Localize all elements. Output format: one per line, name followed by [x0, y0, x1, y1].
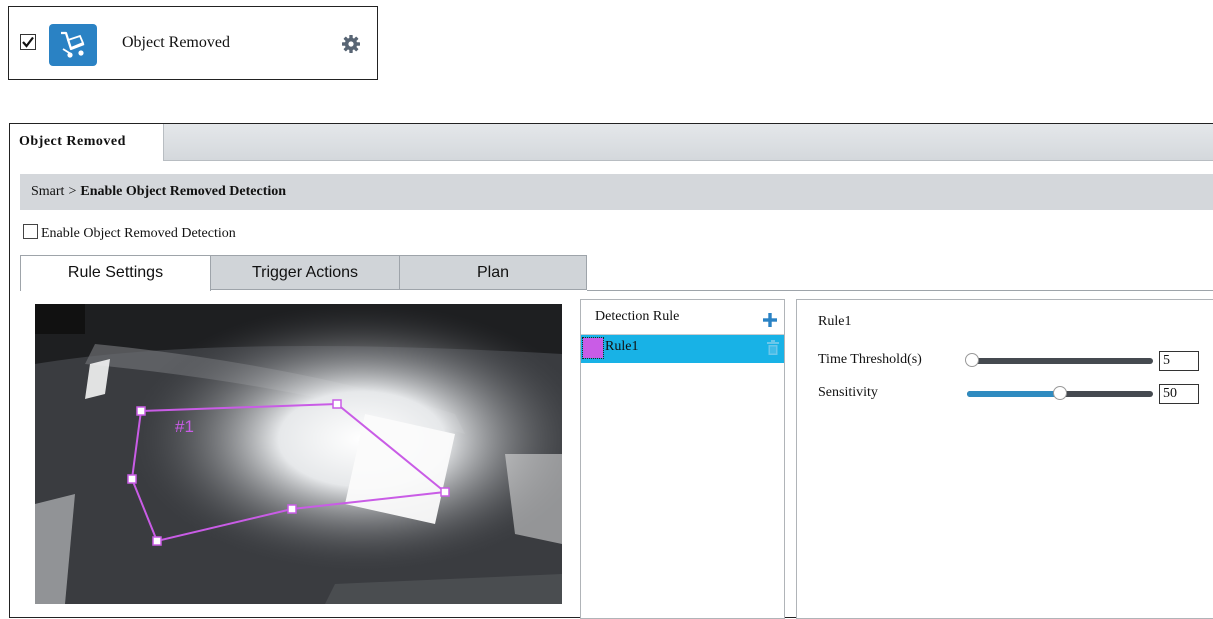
- gear-icon[interactable]: [341, 34, 361, 59]
- tab-baseline: [587, 290, 1213, 291]
- time-threshold-label: Time Threshold(s): [818, 352, 922, 367]
- detection-rule-header: Detection Rule: [581, 300, 784, 335]
- enable-detection-row: Enable Object Removed Detection: [23, 224, 236, 242]
- rule-settings-panel: Rule1 Time Threshold(s) 5 Sensitivity 50: [796, 299, 1213, 619]
- object-removed-panel: Object Removed Smart > Enable Object Remov…: [9, 123, 1213, 619]
- sensitivity-input[interactable]: 50: [1159, 384, 1199, 404]
- detection-rule-title: Detection Rule: [595, 309, 680, 324]
- rule-list-item-label: Rule1: [605, 339, 639, 354]
- tab-plan[interactable]: Plan: [399, 255, 587, 290]
- panel-tabstrip: [10, 124, 1213, 161]
- time-threshold-slider[interactable]: [965, 353, 1153, 367]
- sensitivity-knob[interactable]: [1053, 386, 1067, 400]
- tab-object-removed[interactable]: Object Removed: [10, 124, 164, 161]
- rule-list-item[interactable]: Rule1: [581, 335, 784, 363]
- breadcrumb-root[interactable]: Smart: [31, 184, 64, 199]
- sensitivity-fill: [967, 391, 1060, 397]
- video-canvas: #1: [35, 304, 562, 604]
- enable-detection-checkbox[interactable]: [23, 224, 38, 239]
- rule-color-swatch: [582, 337, 604, 359]
- breadcrumb-separator: >: [68, 184, 77, 199]
- cart-remove-icon: [49, 24, 97, 66]
- breadcrumb-current: Enable Object Removed Detection: [80, 184, 287, 199]
- region-label: #1: [175, 417, 194, 436]
- feature-title: Object Removed: [122, 34, 230, 51]
- object-removed-feature-card[interactable]: Object Removed: [8, 6, 378, 80]
- feature-enable-checkbox[interactable]: [20, 34, 36, 50]
- sensitivity-slider[interactable]: [967, 386, 1153, 400]
- tab-trigger-actions[interactable]: Trigger Actions: [210, 255, 400, 290]
- breadcrumb: Smart > Enable Object Removed Detection: [20, 174, 1213, 210]
- time-threshold-knob[interactable]: [965, 353, 979, 367]
- enable-detection-label[interactable]: Enable Object Removed Detection: [41, 226, 236, 241]
- video-preview[interactable]: #1: [35, 304, 562, 604]
- sensitivity-label: Sensitivity: [818, 385, 878, 400]
- time-threshold-input[interactable]: 5: [1159, 351, 1199, 371]
- trash-icon[interactable]: [766, 340, 780, 361]
- rule-name: Rule1: [818, 314, 852, 329]
- tab-rule-settings[interactable]: Rule Settings: [20, 255, 211, 291]
- detection-rule-list: Detection Rule Rule1: [580, 299, 785, 619]
